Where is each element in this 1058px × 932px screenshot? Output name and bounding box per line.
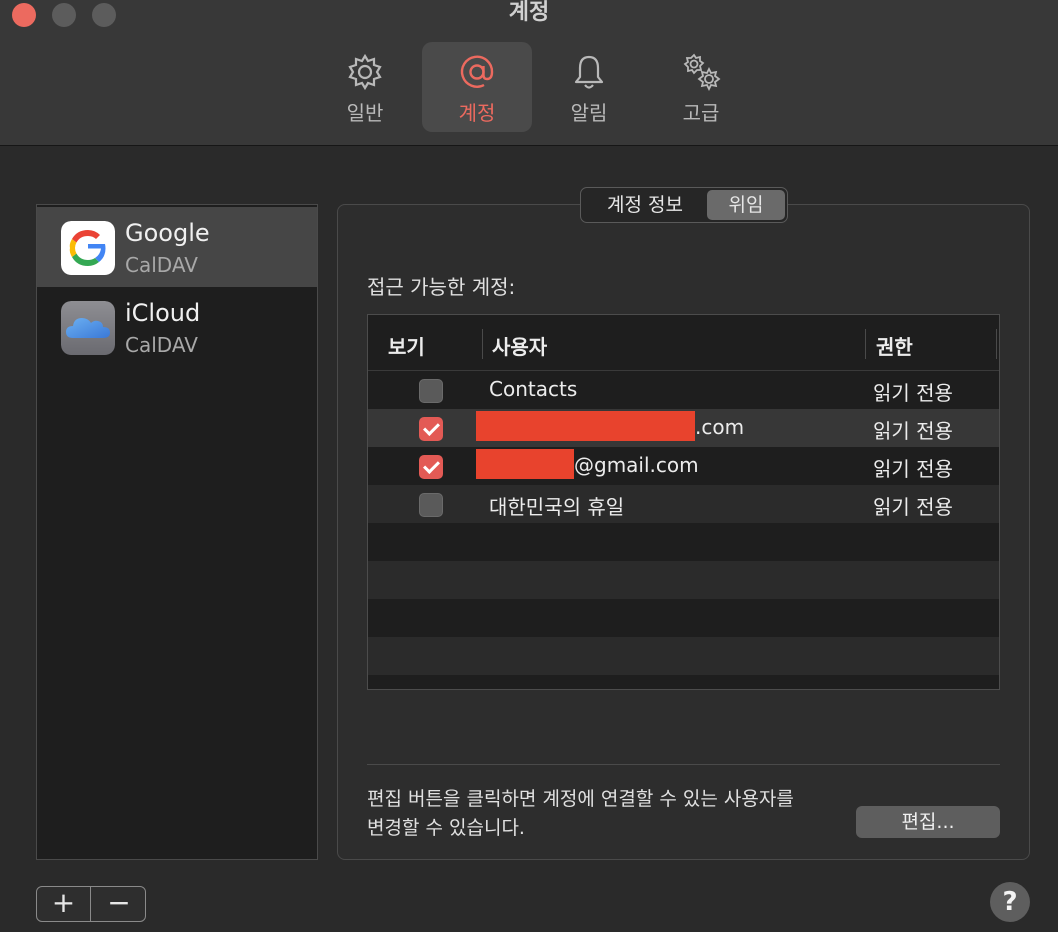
account-name: Google — [125, 219, 210, 247]
user-name: 대한민국의 휴일 — [489, 495, 625, 519]
delegation-table: 보기 사용자 권한 Contacts 읽기 전용 .com 읽기 전용 @gma… — [367, 314, 1000, 690]
segment-account-info[interactable]: 계정 정보 — [585, 190, 705, 220]
visibility-checkbox[interactable] — [419, 493, 443, 517]
column-separator — [996, 329, 997, 359]
segment-delegation[interactable]: 위임 — [707, 190, 785, 220]
account-type: CalDAV — [125, 253, 198, 277]
help-button[interactable]: ? — [990, 882, 1030, 922]
remove-account-button[interactable]: − — [92, 887, 146, 921]
tab-label: 일반 — [346, 101, 384, 125]
sidebar-item-icloud[interactable]: iCloud CalDAV — [37, 287, 317, 367]
table-header: 보기 사용자 권한 — [368, 315, 999, 371]
accessible-accounts-label: 접근 가능한 계정: — [367, 275, 516, 299]
user-suffix: .com — [695, 415, 745, 439]
table-row[interactable]: @gmail.com 읽기 전용 — [368, 447, 999, 485]
empty-row — [368, 637, 999, 675]
table-row[interactable]: .com 읽기 전용 — [368, 409, 999, 447]
empty-row — [368, 561, 999, 599]
tab-label: 알림 — [570, 101, 608, 125]
add-remove-control: + − — [36, 886, 146, 922]
permission-value: 읽기 전용 — [873, 381, 953, 405]
edit-description: 편집 버튼을 클릭하면 계정에 연결할 수 있는 사용자를 변경할 수 있습니다… — [367, 785, 847, 843]
tab-accounts[interactable]: 계정 — [422, 42, 532, 132]
user-name: .com — [476, 411, 745, 441]
column-separator — [482, 329, 483, 359]
tab-label: 고급 — [682, 101, 720, 125]
visibility-checkbox[interactable] — [419, 455, 443, 479]
empty-row — [368, 599, 999, 637]
visibility-checkbox[interactable] — [419, 417, 443, 441]
table-row[interactable]: Contacts 읽기 전용 — [368, 371, 999, 409]
window-title: 계정 — [508, 0, 550, 25]
tab-general[interactable]: 일반 — [310, 42, 420, 132]
account-name: iCloud — [125, 299, 201, 327]
visibility-checkbox[interactable] — [419, 379, 443, 403]
accounts-sidebar: Google CalDAV iCloud CalDAV — [36, 204, 318, 860]
empty-row — [368, 523, 999, 561]
edit-button[interactable]: 편집... — [856, 806, 1000, 838]
description-line: 변경할 수 있습니다. — [367, 817, 525, 839]
bell-icon — [574, 55, 604, 89]
tab-advanced[interactable]: 고급 — [646, 42, 756, 132]
permission-value: 읽기 전용 — [873, 495, 953, 519]
sidebar-item-google[interactable]: Google CalDAV — [37, 207, 317, 287]
user-suffix: @gmail.com — [574, 453, 699, 477]
tab-notifications[interactable]: 알림 — [534, 42, 644, 132]
at-sign-icon — [460, 55, 494, 88]
user-name: Contacts — [489, 377, 578, 401]
column-header-view[interactable]: 보기 — [388, 331, 425, 360]
user-name: @gmail.com — [476, 449, 699, 479]
add-account-button[interactable]: + — [37, 887, 91, 921]
column-header-user[interactable]: 사용자 — [492, 331, 547, 360]
icloud-logo-icon — [61, 301, 115, 355]
google-logo-icon — [61, 221, 115, 275]
redacted-block — [476, 411, 695, 441]
column-separator — [865, 329, 866, 359]
segmented-control: 계정 정보 위임 — [580, 187, 788, 223]
gear-icon — [348, 53, 382, 91]
footer-divider — [367, 764, 1000, 765]
description-line: 편집 버튼을 클릭하면 계정에 연결할 수 있는 사용자를 — [367, 788, 794, 810]
redacted-block — [476, 449, 574, 479]
tab-label: 계정 — [458, 101, 496, 125]
permission-value: 읽기 전용 — [873, 419, 953, 443]
table-row[interactable]: 대한민국의 휴일 읽기 전용 — [368, 485, 999, 523]
account-type: CalDAV — [125, 333, 198, 357]
column-header-permission[interactable]: 권한 — [876, 331, 913, 360]
window-toolbar: 계정 일반 계정 알림 고급 — [0, 0, 1058, 146]
permission-value: 읽기 전용 — [873, 457, 953, 481]
gears-icon — [683, 53, 721, 92]
